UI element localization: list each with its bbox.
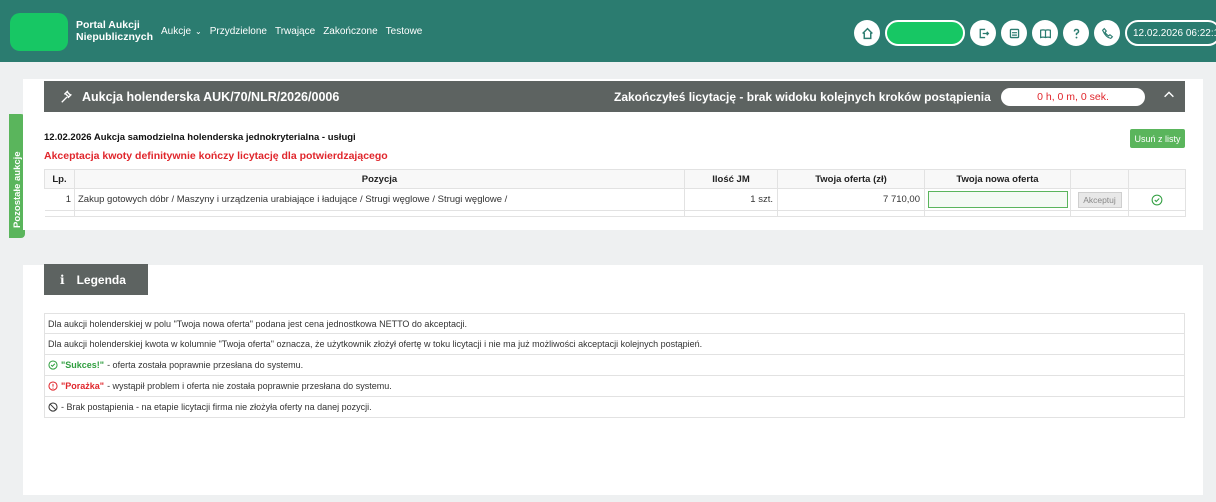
logout-button[interactable] xyxy=(970,20,996,46)
accept-button[interactable]: Akceptuj xyxy=(1077,191,1122,208)
contact-button[interactable] xyxy=(1094,20,1120,46)
brand-line-2: Niepublicznych xyxy=(76,31,154,43)
column-header-ilosc: Ilość JM xyxy=(684,169,778,189)
no-entry-icon xyxy=(48,402,58,412)
countdown-timer: 0 h, 0 m, 0 sek. xyxy=(1001,88,1145,106)
success-check-icon xyxy=(1151,194,1163,205)
cell-oferta: 7 710,00 xyxy=(777,188,925,211)
document-icon xyxy=(1009,28,1019,38)
alert-circle-icon xyxy=(48,381,58,391)
cell-new-offer xyxy=(924,188,1071,211)
cell-pozycja: Zakup gotowych dóbr / Maszyny i urządzen… xyxy=(74,188,685,211)
nav-zakonczone[interactable]: Zakończone xyxy=(323,26,377,37)
new-offer-input[interactable] xyxy=(927,191,1068,208)
table-header-row: Lp. Pozycja Ilość JM Twoja oferta (zł) T… xyxy=(44,169,1186,189)
column-header-oferta: Twoja oferta (zł) xyxy=(777,169,925,189)
failure-label: "Porażka" xyxy=(61,381,105,391)
column-header-lp: Lp. xyxy=(44,169,75,189)
nav-trwajace[interactable]: Trwające xyxy=(275,26,315,37)
info-icon: i xyxy=(60,272,65,287)
cell-lp: 1 xyxy=(44,188,75,211)
acceptance-warning: Akceptacja kwoty definitywnie kończy lic… xyxy=(44,150,388,162)
main-nav: Aukcje ⌄ Przydzielone Trwające Zakończone… xyxy=(161,26,422,37)
brand-line-1: Portal Aukcji xyxy=(76,19,140,31)
chevron-up-icon[interactable] xyxy=(1162,88,1176,102)
help-button[interactable] xyxy=(1063,20,1089,46)
gavel-icon xyxy=(61,89,72,103)
nav-przydzielone[interactable]: Przydzielone xyxy=(210,26,267,37)
legend-row-no-bid: - Brak postąpienia - na etapie licytacji… xyxy=(44,397,1185,418)
legend-row-net-price: Dla aukcji holenderskiej w polu "Twoja n… xyxy=(44,313,1185,334)
legend-row-success: "Sukces!" - oferta została poprawnie prz… xyxy=(44,355,1185,376)
side-tab-label: Pozostałe aukcje xyxy=(12,151,23,228)
chevron-down-icon: ⌄ xyxy=(195,27,202,36)
phone-icon xyxy=(1101,27,1113,39)
portal-brand-name[interactable]: Portal Aukcji Niepublicznych xyxy=(76,19,153,43)
success-label: "Sukces!" xyxy=(61,360,105,370)
documents-button[interactable] xyxy=(1001,20,1027,46)
user-account-button[interactable] xyxy=(885,20,965,46)
nav-aukcje[interactable]: Aukcje ⌄ xyxy=(161,26,202,37)
cell-ilosc: 1 szt. xyxy=(684,188,778,211)
column-header-status xyxy=(1128,169,1186,189)
nav-aukcje-label: Aukcje xyxy=(161,26,192,37)
legend-row-failure: "Porażka" - wystąpił problem i oferta ni… xyxy=(44,376,1185,397)
legend-list: Dla aukcji holenderskiej w polu "Twoja n… xyxy=(44,313,1185,418)
auction-panel: Aukcja holenderska AUK/70/NLR/2026/0006 … xyxy=(23,79,1203,230)
portal-logo[interactable] xyxy=(10,13,68,51)
book-icon xyxy=(1039,28,1051,38)
failure-description: - wystąpił problem i oferta nie została … xyxy=(107,381,392,391)
no-bid-description: - Brak postąpienia - na etapie licytacji… xyxy=(61,402,372,412)
column-header-nowa-oferta: Twoja nowa oferta xyxy=(924,169,1071,189)
manual-button[interactable] xyxy=(1032,20,1058,46)
table-spacer-row xyxy=(44,210,1186,217)
cell-accept: Akceptuj xyxy=(1070,188,1129,211)
auction-status-message: Zakończyłeś licytację - brak widoku kole… xyxy=(614,90,991,104)
logout-icon xyxy=(979,28,989,38)
home-icon xyxy=(861,27,873,39)
legend-title: Legenda xyxy=(76,272,126,287)
nav-testowe[interactable]: Testowe xyxy=(386,26,423,37)
table-row: 1 Zakup gotowych dóbr / Maszyny i urządz… xyxy=(44,188,1186,211)
success-description: - oferta została poprawnie przesłana do … xyxy=(107,360,304,370)
column-header-accept xyxy=(1070,169,1129,189)
header-tools: 12.02.2026 06:22:1 xyxy=(854,20,1216,46)
home-button[interactable] xyxy=(854,20,880,46)
legend-header: i Legenda xyxy=(44,264,148,295)
column-header-pozycja: Pozycja xyxy=(74,169,685,189)
auction-items-table: Lp. Pozycja Ilość JM Twoja oferta (zł) T… xyxy=(44,169,1186,217)
top-navigation-bar: Portal Aukcji Niepublicznych Aukcje ⌄ Prz… xyxy=(0,0,1216,62)
legend-row-your-offer: Dla aukcji holenderskiej kwota w kolumni… xyxy=(44,334,1185,355)
legend-panel: i Legenda Dla aukcji holenderskiej w pol… xyxy=(23,264,1203,495)
question-mark-icon xyxy=(1073,28,1079,38)
current-datetime: 12.02.2026 06:22:1 xyxy=(1125,20,1216,46)
remove-from-list-button[interactable]: Usuń z listy xyxy=(1130,129,1185,148)
cell-status xyxy=(1128,188,1186,211)
auction-header: Aukcja holenderska AUK/70/NLR/2026/0006 … xyxy=(44,81,1185,112)
auction-title: Aukcja holenderska AUK/70/NLR/2026/0006 xyxy=(82,89,340,104)
success-check-icon xyxy=(48,360,58,370)
auction-subtitle: 12.02.2026 Aukcja samodzielna holendersk… xyxy=(44,132,356,143)
